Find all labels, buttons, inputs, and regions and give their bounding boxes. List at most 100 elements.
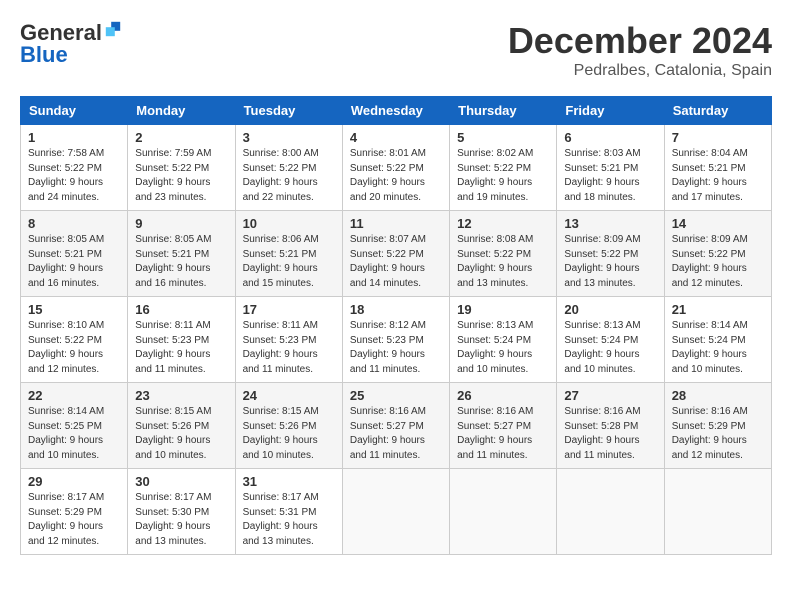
day-details: Sunrise: 8:03 AMSunset: 5:21 PMDaylight:… <box>564 147 656 205</box>
calendar-cell: 14 Sunrise: 8:09 AMSunset: 5:22 PMDayligh… <box>664 211 771 297</box>
weekday-header-saturday: Saturday <box>664 97 771 125</box>
calendar-week-4: 22Sunrise: 8:14 AMSunset: 5:25 PMDayligh… <box>21 383 772 469</box>
calendar-cell: 17 Sunrise: 8:11 AMSunset: 5:23 PMDayligh… <box>235 297 342 383</box>
day-details: Sunrise: 8:17 AMSunset: 5:31 PMDaylight:… <box>243 491 335 549</box>
day-details: Sunrise: 8:14 AMSunset: 5:24 PMDaylight:… <box>672 319 764 377</box>
day-number: 17 <box>243 302 335 317</box>
calendar-cell: 5 Sunrise: 8:02 AMSunset: 5:22 PMDaylight… <box>450 125 557 211</box>
day-details: Sunrise: 8:06 AMSunset: 5:21 PMDaylight:… <box>243 233 335 291</box>
calendar-week-1: 1 Sunrise: 7:58 AMSunset: 5:22 PMDaylight… <box>21 125 772 211</box>
day-number: 18 <box>350 302 442 317</box>
calendar-cell: 22Sunrise: 8:14 AMSunset: 5:25 PMDayligh… <box>21 383 128 469</box>
logo: General Blue <box>20 20 122 68</box>
day-number: 1 <box>28 130 120 145</box>
calendar-cell: 30 Sunrise: 8:17 AMSunset: 5:30 PMDayligh… <box>128 469 235 555</box>
day-number: 19 <box>457 302 549 317</box>
calendar-cell: 15 Sunrise: 8:10 AMSunset: 5:22 PMDayligh… <box>21 297 128 383</box>
calendar-cell: 27Sunrise: 8:16 AMSunset: 5:28 PMDayligh… <box>557 383 664 469</box>
day-number: 28 <box>672 388 764 403</box>
day-details: Sunrise: 8:13 AMSunset: 5:24 PMDaylight:… <box>457 319 549 377</box>
calendar-cell: 7 Sunrise: 8:04 AMSunset: 5:21 PMDaylight… <box>664 125 771 211</box>
day-number: 27 <box>564 388 656 403</box>
day-details: Sunrise: 8:02 AMSunset: 5:22 PMDaylight:… <box>457 147 549 205</box>
calendar-cell: 6 Sunrise: 8:03 AMSunset: 5:21 PMDaylight… <box>557 125 664 211</box>
calendar-week-2: 8Sunrise: 8:05 AMSunset: 5:21 PMDaylight… <box>21 211 772 297</box>
calendar-cell: 8Sunrise: 8:05 AMSunset: 5:21 PMDaylight… <box>21 211 128 297</box>
calendar-cell: 28 Sunrise: 8:16 AMSunset: 5:29 PMDayligh… <box>664 383 771 469</box>
weekday-header-monday: Monday <box>128 97 235 125</box>
day-number: 20 <box>564 302 656 317</box>
day-number: 11 <box>350 216 442 231</box>
day-number: 14 <box>672 216 764 231</box>
calendar-cell: 21 Sunrise: 8:14 AMSunset: 5:24 PMDayligh… <box>664 297 771 383</box>
day-details: Sunrise: 8:17 AMSunset: 5:29 PMDaylight:… <box>28 491 120 549</box>
day-details: Sunrise: 8:16 AMSunset: 5:27 PMDaylight:… <box>457 405 549 463</box>
day-number: 29 <box>28 474 120 489</box>
calendar-cell <box>557 469 664 555</box>
day-details: Sunrise: 8:15 AMSunset: 5:26 PMDaylight:… <box>135 405 227 463</box>
calendar-cell <box>664 469 771 555</box>
calendar-cell: 26 Sunrise: 8:16 AMSunset: 5:27 PMDayligh… <box>450 383 557 469</box>
calendar-cell: 16 Sunrise: 8:11 AMSunset: 5:23 PMDayligh… <box>128 297 235 383</box>
day-details: Sunrise: 8:16 AMSunset: 5:27 PMDaylight:… <box>350 405 442 463</box>
calendar-cell: 1 Sunrise: 7:58 AMSunset: 5:22 PMDaylight… <box>21 125 128 211</box>
day-number: 21 <box>672 302 764 317</box>
calendar-cell <box>342 469 449 555</box>
calendar-cell: 24Sunrise: 8:15 AMSunset: 5:26 PMDayligh… <box>235 383 342 469</box>
day-number: 13 <box>564 216 656 231</box>
day-details: Sunrise: 8:16 AMSunset: 5:29 PMDaylight:… <box>672 405 764 463</box>
calendar-cell: 4Sunrise: 8:01 AMSunset: 5:22 PMDaylight… <box>342 125 449 211</box>
weekday-header-wednesday: Wednesday <box>342 97 449 125</box>
day-number: 7 <box>672 130 764 145</box>
day-number: 5 <box>457 130 549 145</box>
day-details: Sunrise: 8:13 AMSunset: 5:24 PMDaylight:… <box>564 319 656 377</box>
day-number: 16 <box>135 302 227 317</box>
day-number: 25 <box>350 388 442 403</box>
day-details: Sunrise: 8:09 AMSunset: 5:22 PMDaylight:… <box>672 233 764 291</box>
calendar-cell <box>450 469 557 555</box>
calendar-cell: 18 Sunrise: 8:12 AMSunset: 5:23 PMDayligh… <box>342 297 449 383</box>
day-details: Sunrise: 8:00 AMSunset: 5:22 PMDaylight:… <box>243 147 335 205</box>
calendar-cell: 9 Sunrise: 8:05 AMSunset: 5:21 PMDaylight… <box>128 211 235 297</box>
day-number: 24 <box>243 388 335 403</box>
day-details: Sunrise: 7:59 AMSunset: 5:22 PMDaylight:… <box>135 147 227 205</box>
calendar-cell: 11 Sunrise: 8:07 AMSunset: 5:22 PMDayligh… <box>342 211 449 297</box>
weekday-header-thursday: Thursday <box>450 97 557 125</box>
calendar-cell: 29 Sunrise: 8:17 AMSunset: 5:29 PMDayligh… <box>21 469 128 555</box>
day-details: Sunrise: 8:05 AMSunset: 5:21 PMDaylight:… <box>28 233 120 291</box>
day-number: 12 <box>457 216 549 231</box>
day-number: 26 <box>457 388 549 403</box>
day-number: 9 <box>135 216 227 231</box>
calendar-cell: 13Sunrise: 8:09 AMSunset: 5:22 PMDayligh… <box>557 211 664 297</box>
day-details: Sunrise: 8:11 AMSunset: 5:23 PMDaylight:… <box>243 319 335 377</box>
day-details: Sunrise: 8:10 AMSunset: 5:22 PMDaylight:… <box>28 319 120 377</box>
weekday-header-tuesday: Tuesday <box>235 97 342 125</box>
day-number: 30 <box>135 474 227 489</box>
calendar-cell: 3Sunrise: 8:00 AMSunset: 5:22 PMDaylight… <box>235 125 342 211</box>
day-details: Sunrise: 8:05 AMSunset: 5:21 PMDaylight:… <box>135 233 227 291</box>
day-number: 2 <box>135 130 227 145</box>
day-details: Sunrise: 8:07 AMSunset: 5:22 PMDaylight:… <box>350 233 442 291</box>
calendar-cell: 10Sunrise: 8:06 AMSunset: 5:21 PMDayligh… <box>235 211 342 297</box>
day-details: Sunrise: 8:11 AMSunset: 5:23 PMDaylight:… <box>135 319 227 377</box>
day-number: 31 <box>243 474 335 489</box>
day-details: Sunrise: 8:04 AMSunset: 5:21 PMDaylight:… <box>672 147 764 205</box>
location-title: Pedralbes, Catalonia, Spain <box>508 62 772 80</box>
day-number: 15 <box>28 302 120 317</box>
calendar-week-3: 15 Sunrise: 8:10 AMSunset: 5:22 PMDayligh… <box>21 297 772 383</box>
day-details: Sunrise: 8:08 AMSunset: 5:22 PMDaylight:… <box>457 233 549 291</box>
logo-blue-text: Blue <box>20 42 68 68</box>
weekday-header-sunday: Sunday <box>21 97 128 125</box>
day-details: Sunrise: 8:12 AMSunset: 5:23 PMDaylight:… <box>350 319 442 377</box>
calendar-cell: 23Sunrise: 8:15 AMSunset: 5:26 PMDayligh… <box>128 383 235 469</box>
day-details: Sunrise: 7:58 AMSunset: 5:22 PMDaylight:… <box>28 147 120 205</box>
month-title: December 2024 <box>508 20 772 62</box>
calendar-week-5: 29 Sunrise: 8:17 AMSunset: 5:29 PMDayligh… <box>21 469 772 555</box>
day-details: Sunrise: 8:17 AMSunset: 5:30 PMDaylight:… <box>135 491 227 549</box>
day-number: 6 <box>564 130 656 145</box>
day-details: Sunrise: 8:01 AMSunset: 5:22 PMDaylight:… <box>350 147 442 205</box>
calendar-cell: 20 Sunrise: 8:13 AMSunset: 5:24 PMDayligh… <box>557 297 664 383</box>
weekday-header-friday: Friday <box>557 97 664 125</box>
page-header: General Blue December 2024 Pedralbes, Ca… <box>20 20 772 80</box>
calendar-cell: 12 Sunrise: 8:08 AMSunset: 5:22 PMDayligh… <box>450 211 557 297</box>
